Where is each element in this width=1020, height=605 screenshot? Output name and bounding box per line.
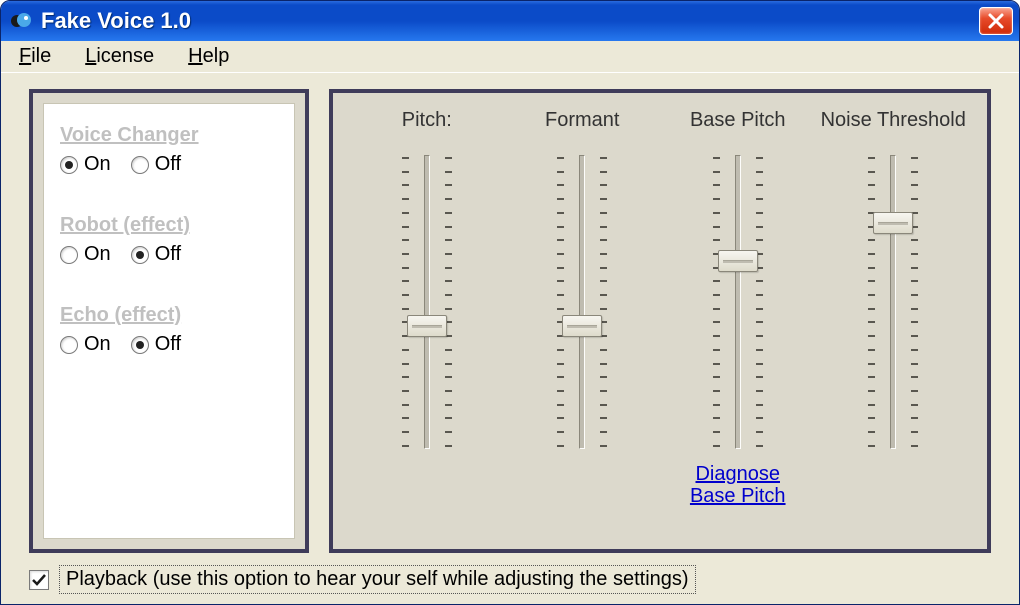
client-area: Voice Changer On Off: [1, 73, 1019, 604]
close-icon: [987, 12, 1005, 30]
pitch-slider[interactable]: [397, 147, 457, 457]
formant-slider[interactable]: [552, 147, 612, 457]
app-icon: [9, 9, 33, 33]
playback-row: Playback (use this option to hear your s…: [29, 565, 991, 594]
echo-label: Echo (effect): [60, 304, 278, 327]
noise-threshold-thumb[interactable]: [873, 212, 913, 234]
base-pitch-thumb[interactable]: [718, 250, 758, 272]
noise-threshold-slider-col: Noise Threshold: [818, 109, 968, 539]
effects-panel: Voice Changer On Off: [29, 89, 309, 553]
menubar: File License Help: [1, 41, 1019, 73]
noise-threshold-label: Noise Threshold: [821, 109, 966, 135]
menu-license[interactable]: License: [77, 43, 162, 70]
pitch-slider-col: Pitch:: [352, 109, 502, 539]
voice-changer-label: Voice Changer: [60, 124, 278, 147]
playback-label: Playback (use this option to hear your s…: [59, 565, 696, 594]
radio-icon: [131, 336, 149, 354]
diagnose-base-pitch-link[interactable]: Diagnose Base Pitch: [690, 463, 786, 507]
formant-slider-col: Formant: [507, 109, 657, 539]
sliders-panel: Pitch: Formant: [329, 89, 991, 553]
robot-group: Robot (effect) On Off: [60, 214, 278, 266]
base-pitch-label: Base Pitch: [690, 109, 786, 135]
formant-thumb[interactable]: [562, 315, 602, 337]
echo-group: Echo (effect) On Off: [60, 304, 278, 356]
radio-icon: [60, 156, 78, 174]
voice-changer-on[interactable]: On: [60, 153, 111, 176]
window-title: Fake Voice 1.0: [41, 8, 979, 34]
titlebar: Fake Voice 1.0: [1, 1, 1019, 41]
effects-panel-inner: Voice Changer On Off: [43, 103, 295, 539]
voice-changer-off[interactable]: Off: [131, 153, 181, 176]
robot-label: Robot (effect): [60, 214, 278, 237]
echo-off[interactable]: Off: [131, 333, 181, 356]
panels: Voice Changer On Off: [29, 89, 991, 553]
noise-threshold-slider[interactable]: [863, 147, 923, 457]
robot-off[interactable]: Off: [131, 243, 181, 266]
pitch-thumb[interactable]: [407, 315, 447, 337]
radio-icon: [131, 156, 149, 174]
menu-help[interactable]: Help: [180, 43, 237, 70]
check-icon: [31, 572, 47, 588]
base-pitch-slider-col: Base Pitch Diagnose Base Pitch: [663, 109, 813, 539]
voice-changer-group: Voice Changer On Off: [60, 124, 278, 176]
robot-on[interactable]: On: [60, 243, 111, 266]
sliders-row: Pitch: Formant: [349, 109, 971, 539]
app-window: Fake Voice 1.0 File License Help Voice C…: [0, 0, 1020, 605]
radio-icon: [60, 246, 78, 264]
base-pitch-slider[interactable]: [708, 147, 768, 457]
pitch-label: Pitch:: [402, 109, 452, 135]
formant-label: Formant: [545, 109, 619, 135]
playback-checkbox[interactable]: [29, 570, 49, 590]
echo-on[interactable]: On: [60, 333, 111, 356]
close-button[interactable]: [979, 7, 1013, 35]
radio-icon: [60, 336, 78, 354]
menu-file[interactable]: File: [11, 43, 59, 70]
radio-icon: [131, 246, 149, 264]
